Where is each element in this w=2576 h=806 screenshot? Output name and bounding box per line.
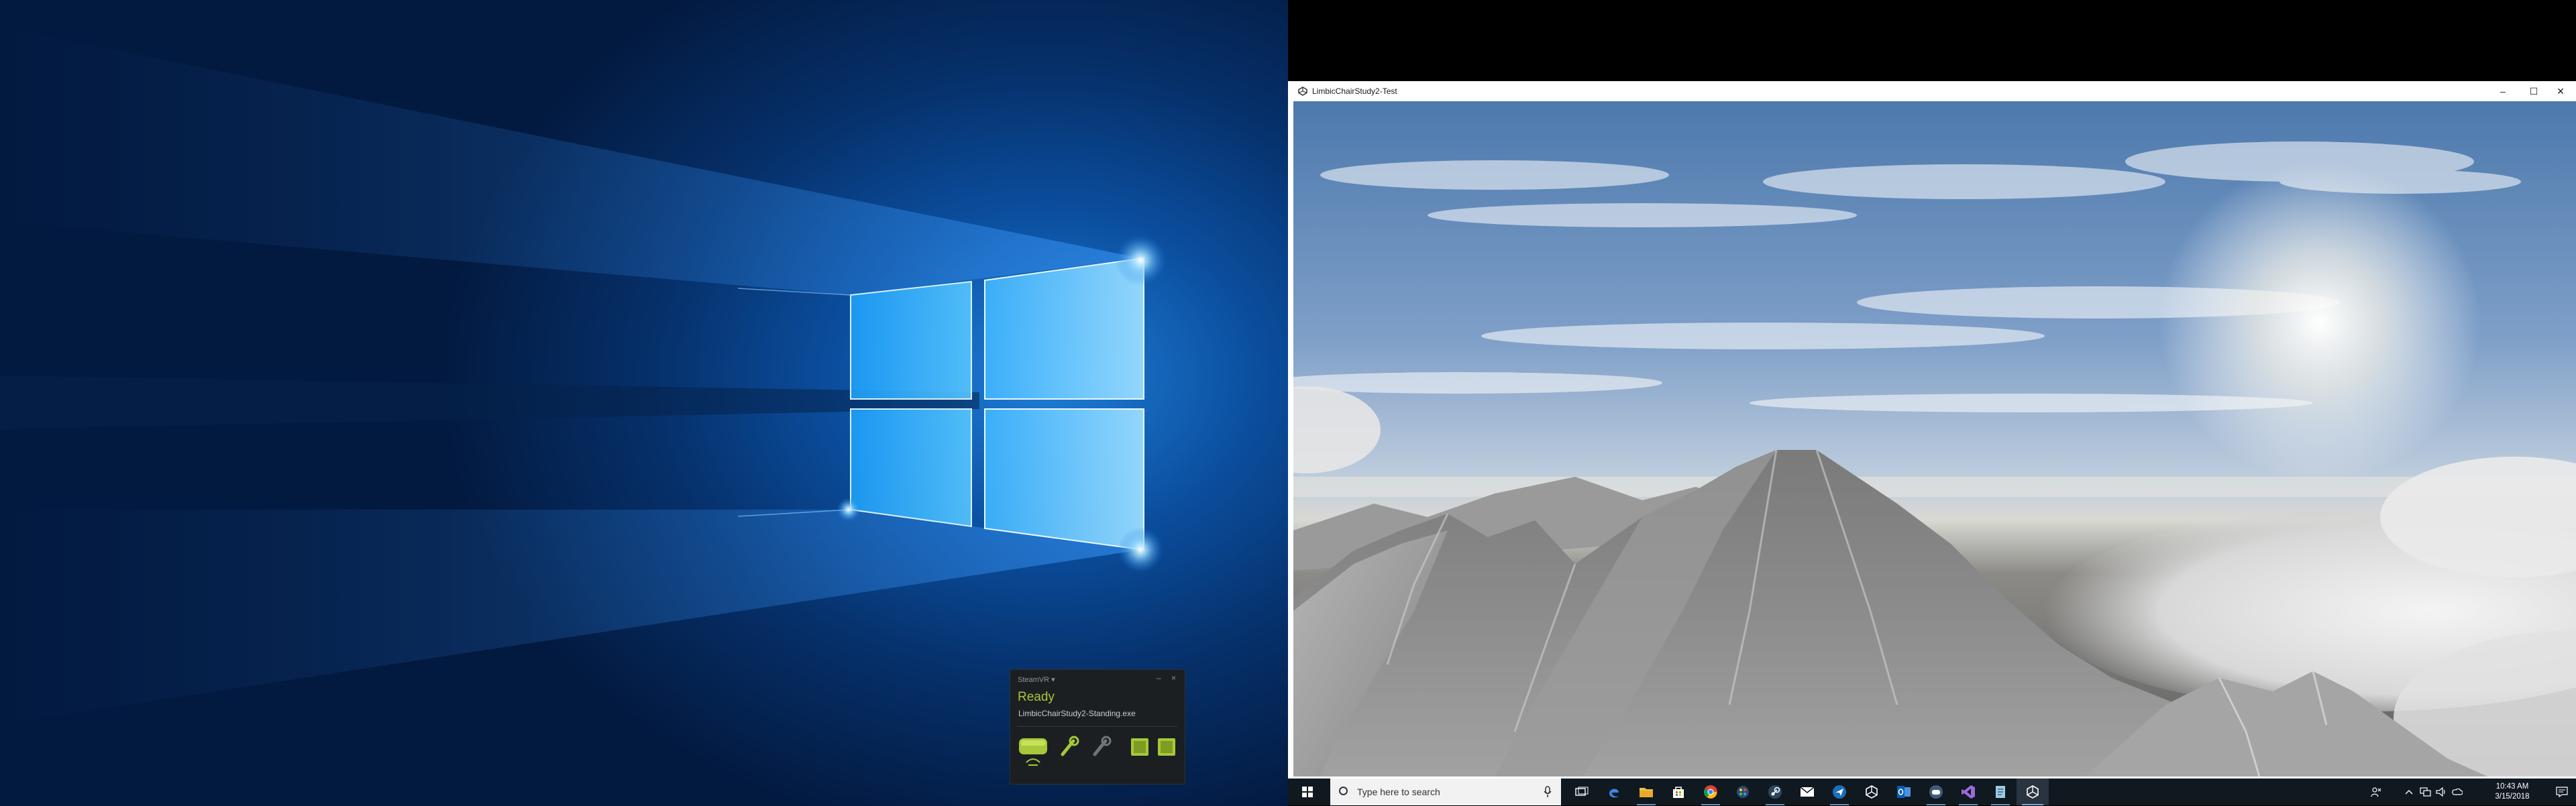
notepad-icon[interactable]	[1984, 779, 2017, 805]
steamvr-close-button[interactable]: ×	[1171, 673, 1176, 683]
chrome-icon[interactable]	[1695, 779, 1727, 805]
paint-icon[interactable]	[1727, 779, 1759, 805]
clock-time: 10:43 AM	[2496, 783, 2529, 791]
steam-icon[interactable]	[1823, 779, 1856, 805]
app-window: LimbicChairStudy2-Test – ☐ ✕	[1288, 81, 2576, 779]
close-button[interactable]: ✕	[2545, 81, 2576, 101]
steamvr-icon[interactable]	[1920, 779, 1952, 805]
base-station-icon[interactable]	[1158, 738, 1175, 756]
search-placeholder: Type here to search	[1357, 787, 1440, 797]
window-titlebar[interactable]: LimbicChairStudy2-Test – ☐ ✕	[1288, 81, 2576, 101]
people-icon[interactable]	[2367, 779, 2385, 805]
steamvr-running-app: LimbicChairStudy2-Standing.exe	[1018, 709, 1136, 718]
unity-app-icon	[1298, 87, 1307, 96]
headset-icon[interactable]	[1019, 738, 1047, 766]
taskbar-search[interactable]: Type here to search	[1330, 779, 1561, 805]
outlook-icon[interactable]	[1888, 779, 1920, 805]
edge-icon[interactable]	[1598, 779, 1630, 805]
network-icon[interactable]	[2418, 779, 2434, 805]
taskbar-clock[interactable]: 10:43 AM 3/15/2018	[2487, 779, 2537, 805]
onedrive-icon[interactable]	[2450, 779, 2465, 805]
controller-icon[interactable]	[1061, 736, 1079, 756]
window-title: LimbicChairStudy2-Test	[1312, 87, 1397, 96]
start-button[interactable]	[1291, 779, 1324, 805]
steamvr-status-window: SteamVR ▾ – × Ready LimbicChairStudy2-St…	[1010, 669, 1185, 785]
action-center-button[interactable]	[2548, 779, 2576, 805]
divider	[1017, 726, 1178, 727]
chevron-up-icon[interactable]	[2402, 779, 2416, 805]
file-explorer-icon[interactable]	[1630, 779, 1662, 805]
notification-icon	[2556, 787, 2568, 797]
taskbar: Type here to search 10:43 AM 3/15/2018	[1288, 779, 2576, 805]
steamvr-device-row	[1019, 736, 1175, 766]
visual-studio-icon[interactable]	[1952, 779, 1984, 805]
unity-icon[interactable]	[1856, 779, 1888, 805]
right-desktop: LimbicChairStudy2-Test – ☐ ✕ Type here t…	[1288, 0, 2576, 806]
left-desktop: SteamVR ▾ – × Ready LimbicChairStudy2-St…	[0, 0, 1288, 806]
steamvr-minimize-button[interactable]: –	[1157, 673, 1161, 683]
steam-icon[interactable]	[1759, 779, 1791, 805]
store-icon[interactable]	[1662, 779, 1695, 805]
controller-icon[interactable]	[1093, 736, 1112, 756]
game-viewport[interactable]	[1293, 101, 2576, 776]
task-view-icon[interactable]	[1566, 779, 1598, 805]
steamvr-status-text: Ready	[1018, 690, 1055, 704]
steamvr-menu[interactable]: SteamVR ▾	[1018, 675, 1055, 684]
unity-icon[interactable]	[2017, 779, 2049, 805]
mountain-scene	[1293, 101, 2576, 776]
windows-logo-icon	[1302, 787, 1313, 797]
minimize-button[interactable]: –	[2487, 81, 2518, 101]
speaker-icon[interactable]	[2434, 779, 2449, 805]
clock-date: 3/15/2018	[2495, 793, 2530, 801]
mail-icon[interactable]	[1791, 779, 1823, 805]
search-icon	[1339, 787, 1348, 795]
base-station-icon[interactable]	[1131, 738, 1148, 756]
microphone-icon[interactable]	[1544, 786, 1552, 798]
